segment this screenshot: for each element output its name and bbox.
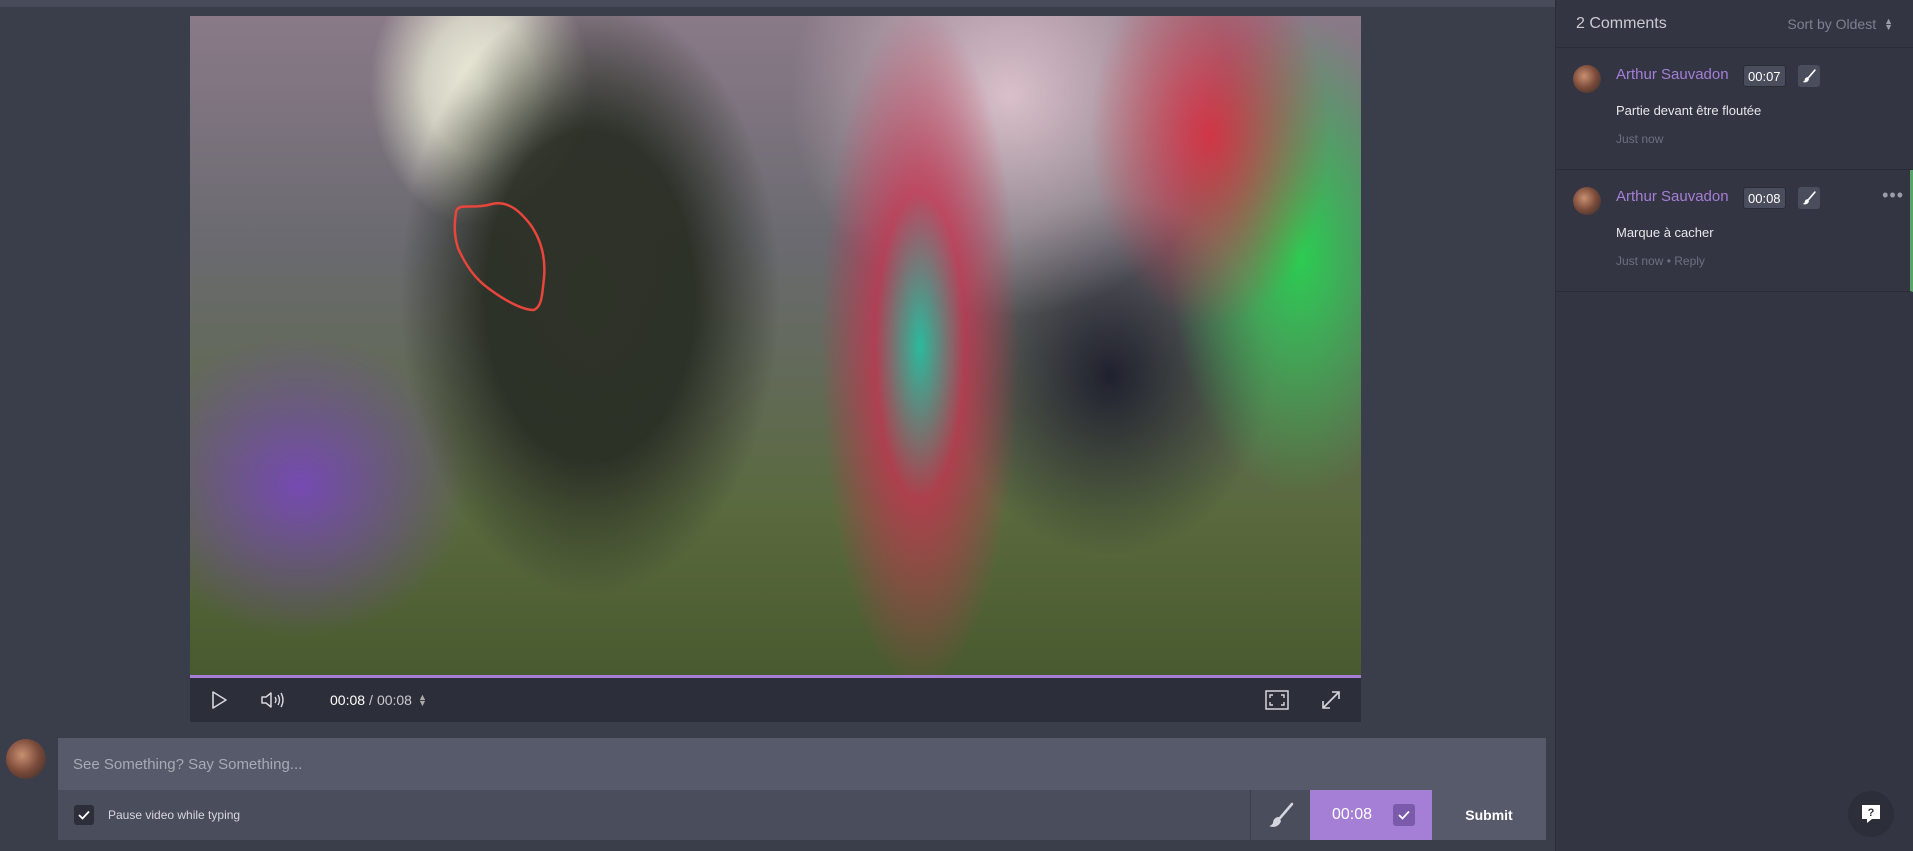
current-time: 00:08 xyxy=(330,692,366,708)
time-format-toggle-icon: ▲ ▼ xyxy=(417,692,427,708)
comment-date: Just now xyxy=(1616,132,1664,146)
video-player: 00:08 / 00:08 ▲ ▼ xyxy=(190,16,1361,722)
reply-link[interactable]: • Reply xyxy=(1663,254,1705,268)
comment-drawing-button[interactable] xyxy=(1798,187,1820,209)
draw-button[interactable] xyxy=(1250,790,1310,840)
comment-item[interactable]: Arthur Sauvadon 00:07 Partie devant être… xyxy=(1556,48,1913,170)
pause-checkbox[interactable] xyxy=(74,805,94,825)
timestamp-button[interactable]: 00:08 xyxy=(1310,790,1432,840)
help-chat-icon: ? xyxy=(1862,805,1880,823)
time-display[interactable]: 00:08 / 00:08 ▲ ▼ xyxy=(330,678,427,722)
sort-arrows-icon: ▲ ▼ xyxy=(1884,15,1893,32)
sort-dropdown[interactable]: Sort by Oldest ▲ ▼ xyxy=(1787,16,1893,32)
comments-sidebar: 2 Comments Sort by Oldest ▲ ▼ Arthur Sauv… xyxy=(1555,0,1913,851)
sort-label: Sort by Oldest xyxy=(1787,15,1877,32)
video-frame[interactable] xyxy=(190,16,1361,675)
more-options-icon[interactable]: ••• xyxy=(1882,186,1904,204)
comment-drawing-button[interactable] xyxy=(1798,65,1820,87)
help-button[interactable]: ? xyxy=(1848,791,1894,837)
total-time: 00:08 xyxy=(376,692,412,708)
comment-text: Partie devant être floutée xyxy=(1616,103,1762,118)
comment-author[interactable]: Arthur Sauvadon xyxy=(1616,66,1729,83)
fit-screen-icon xyxy=(1265,690,1289,710)
top-bar xyxy=(0,0,1555,7)
comment-author[interactable]: Arthur Sauvadon xyxy=(1616,188,1729,205)
avatar xyxy=(1573,65,1601,93)
check-icon xyxy=(1398,810,1410,820)
fullscreen-button[interactable] xyxy=(1316,678,1346,722)
comment-count: 2 Comments xyxy=(1576,14,1667,32)
timestamp-checkbox[interactable] xyxy=(1393,804,1415,826)
comment-meta: Just now • Reply xyxy=(1616,254,1705,268)
play-icon xyxy=(212,691,227,709)
comment-timestamp[interactable]: 00:07 xyxy=(1743,65,1786,87)
user-avatar xyxy=(6,739,46,779)
play-button[interactable] xyxy=(204,678,234,722)
svg-text:?: ? xyxy=(1868,807,1875,819)
player-controls: 00:08 / 00:08 ▲ ▼ xyxy=(190,678,1361,722)
comment-text: Marque à cacher xyxy=(1616,225,1714,240)
brush-icon xyxy=(1802,191,1816,205)
fit-screen-button[interactable] xyxy=(1262,678,1292,722)
comment-meta: Just now xyxy=(1616,132,1663,146)
timestamp-value: 00:08 xyxy=(1332,806,1373,823)
volume-icon xyxy=(261,692,284,708)
brush-icon xyxy=(1268,802,1293,827)
volume-button[interactable] xyxy=(258,678,288,722)
pause-label: Pause video while typing xyxy=(108,808,241,822)
submit-button[interactable]: Submit xyxy=(1432,790,1546,840)
comment-input[interactable] xyxy=(58,738,1546,790)
composer-toolbar: Pause video while typing 00:08 Submit xyxy=(58,790,1546,840)
comment-timestamp[interactable]: 00:08 xyxy=(1743,187,1786,209)
brush-icon xyxy=(1802,69,1816,83)
comment-item[interactable]: Arthur Sauvadon 00:08 ••• Marque à cache… xyxy=(1556,170,1913,292)
sidebar-header: 2 Comments Sort by Oldest ▲ ▼ xyxy=(1556,0,1913,48)
time-separator: / xyxy=(369,692,373,708)
comment-composer: Pause video while typing 00:08 Submit xyxy=(58,738,1546,840)
drawing-annotation xyxy=(453,202,546,312)
fullscreen-icon xyxy=(1322,691,1340,709)
avatar xyxy=(1573,187,1601,215)
comment-date: Just now xyxy=(1616,254,1664,268)
check-icon xyxy=(78,810,90,820)
